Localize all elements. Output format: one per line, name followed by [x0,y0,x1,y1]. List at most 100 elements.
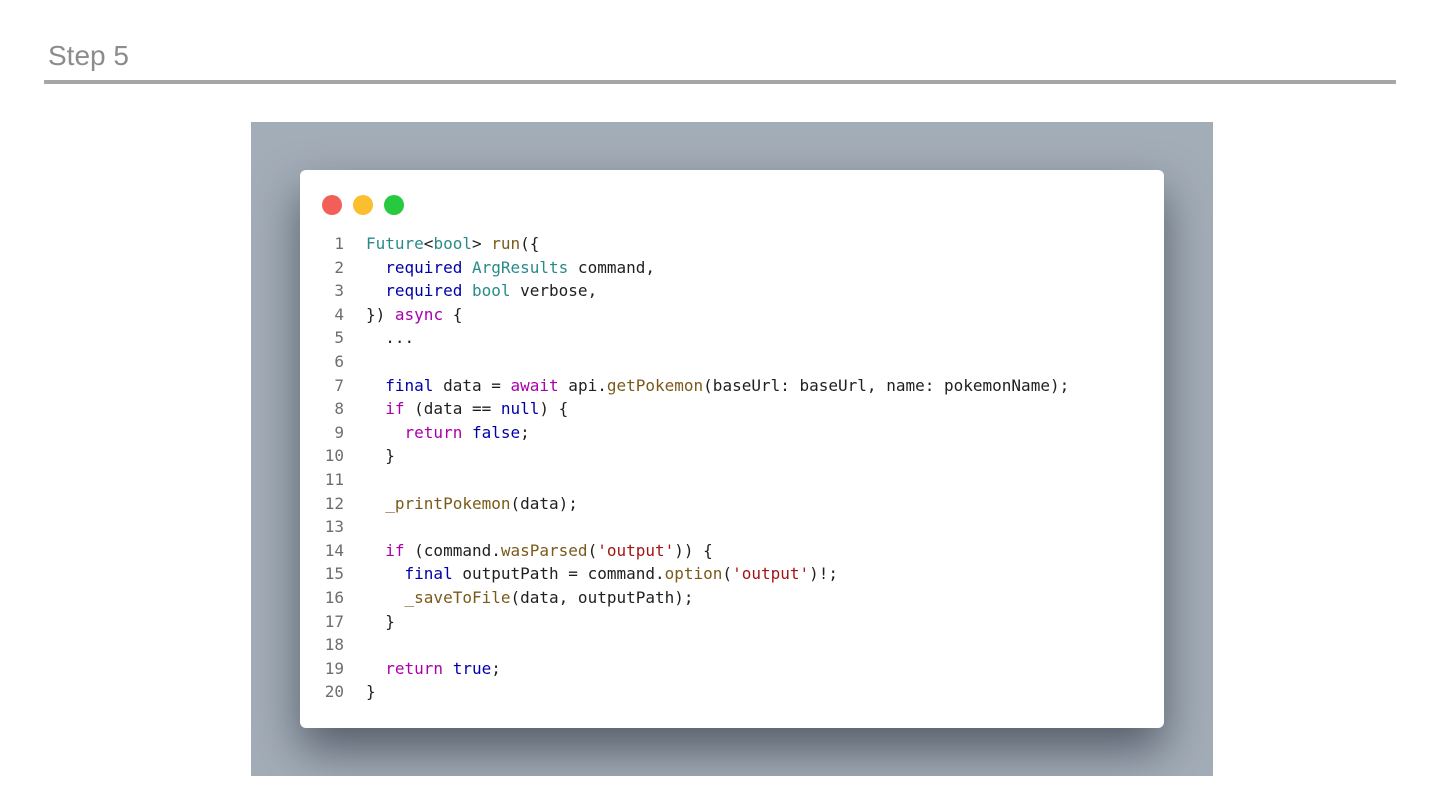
code-text: } [366,444,395,468]
code-text: return true; [366,657,501,681]
code-token: api. [558,375,607,395]
code-line: 19 return true; [300,657,1069,681]
line-number: 3 [334,281,344,301]
code-token: (baseUrl: baseUrl, name: pokemonName); [703,375,1070,395]
code-token: ({ [520,234,540,253]
code-line: 4}) async { [300,303,1069,327]
code-line: 7 final data = await api.getPokemon(base… [300,374,1069,398]
code-token: outputPath = command. [452,564,665,584]
code-block: 1 Future<bool> run({2 required ArgResults… [300,232,1069,704]
line-number: 2 [334,257,344,277]
code-token: < [423,234,434,253]
code-line: 10 } [300,444,1069,468]
line-number: 15 [324,564,344,584]
slide: Step 5 1 Future<bool> run({2 required Arg… [0,0,1440,810]
code-token: command, [568,257,655,277]
line-number: 1 [334,234,344,253]
code-text: _saveToFile(data, outputPath); [366,586,694,610]
code-token: run [491,234,521,253]
code-token: data = [433,375,511,395]
code-token: } [366,682,376,702]
code-text: final data = await api.getPokemon(baseUr… [366,374,1069,398]
code-token: ) { [539,399,569,419]
code-token: > [471,234,492,253]
code-token: final [404,564,453,584]
code-token: if [385,540,405,560]
code-line: 15 final outputPath = command.option('ou… [300,562,1069,586]
code-token: verbose, [510,281,598,301]
code-token: async [394,304,444,324]
code-token: wasParsed [500,540,588,560]
code-token: (command. [404,540,501,560]
line-number: 18 [324,635,344,655]
code-token: await [510,375,559,395]
code-token: ... [366,328,415,348]
code-text: if (data == null) { [366,397,568,421]
minimize-dot-icon [353,195,373,215]
code-line: 11 [300,468,1069,492]
code-text: required ArgResults command, [366,256,655,280]
code-text: Future<bool> run({ [366,232,539,256]
code-line: 13 [300,515,1069,539]
line-number: 13 [324,517,344,537]
code-token: if [385,399,405,419]
code-token: return [385,658,444,678]
line-number: 19 [324,658,344,678]
code-token: )!; [809,564,839,584]
code-text: } [366,610,395,634]
code-token: { [443,304,463,324]
code-token: getPokemon [606,375,704,395]
code-text: } [366,680,376,704]
code-window: 1 Future<bool> run({2 required ArgResults… [300,170,1164,728]
slide-title: Step 5 [48,40,129,71]
code-line: 20} [300,680,1069,704]
code-token: required [385,257,463,277]
code-token: (data, outputPath); [510,587,694,607]
code-token: ; [520,422,530,442]
line-number: 8 [334,399,344,419]
code-text: return false; [366,421,530,445]
code-token: } [366,446,395,466]
line-number: 11 [324,469,344,489]
code-line: 18 [300,633,1069,657]
code-token: )) { [674,540,713,560]
code-token: false [471,422,521,442]
code-line: 1 Future<bool> run({ [300,232,1069,256]
code-text: final outputPath = command.option('outpu… [366,562,839,586]
code-token: 'output' [732,564,810,584]
code-token: (data == [404,399,501,419]
line-number: 20 [324,682,344,702]
window-controls [322,195,404,215]
code-line: 14 if (command.wasParsed('output')) { [300,539,1069,563]
code-token: bool [471,281,511,301]
code-token: return [404,422,463,442]
line-number: 4 [334,304,344,324]
maximize-dot-icon [384,195,404,215]
line-number: 14 [324,540,344,560]
code-line: 2 required ArgResults command, [300,256,1069,280]
code-line: 12 _printPokemon(data); [300,492,1069,516]
code-token: _printPokemon [385,493,511,513]
code-token: Future [366,234,424,253]
code-line: 8 if (data == null) { [300,397,1069,421]
code-text: }) async { [366,303,462,327]
code-token: ArgResults [471,257,569,277]
line-number: 16 [324,587,344,607]
line-number: 7 [334,375,344,395]
code-token: }) [366,304,395,324]
code-token: _saveToFile [404,587,511,607]
line-number: 17 [324,611,344,631]
code-token: option [664,564,723,584]
